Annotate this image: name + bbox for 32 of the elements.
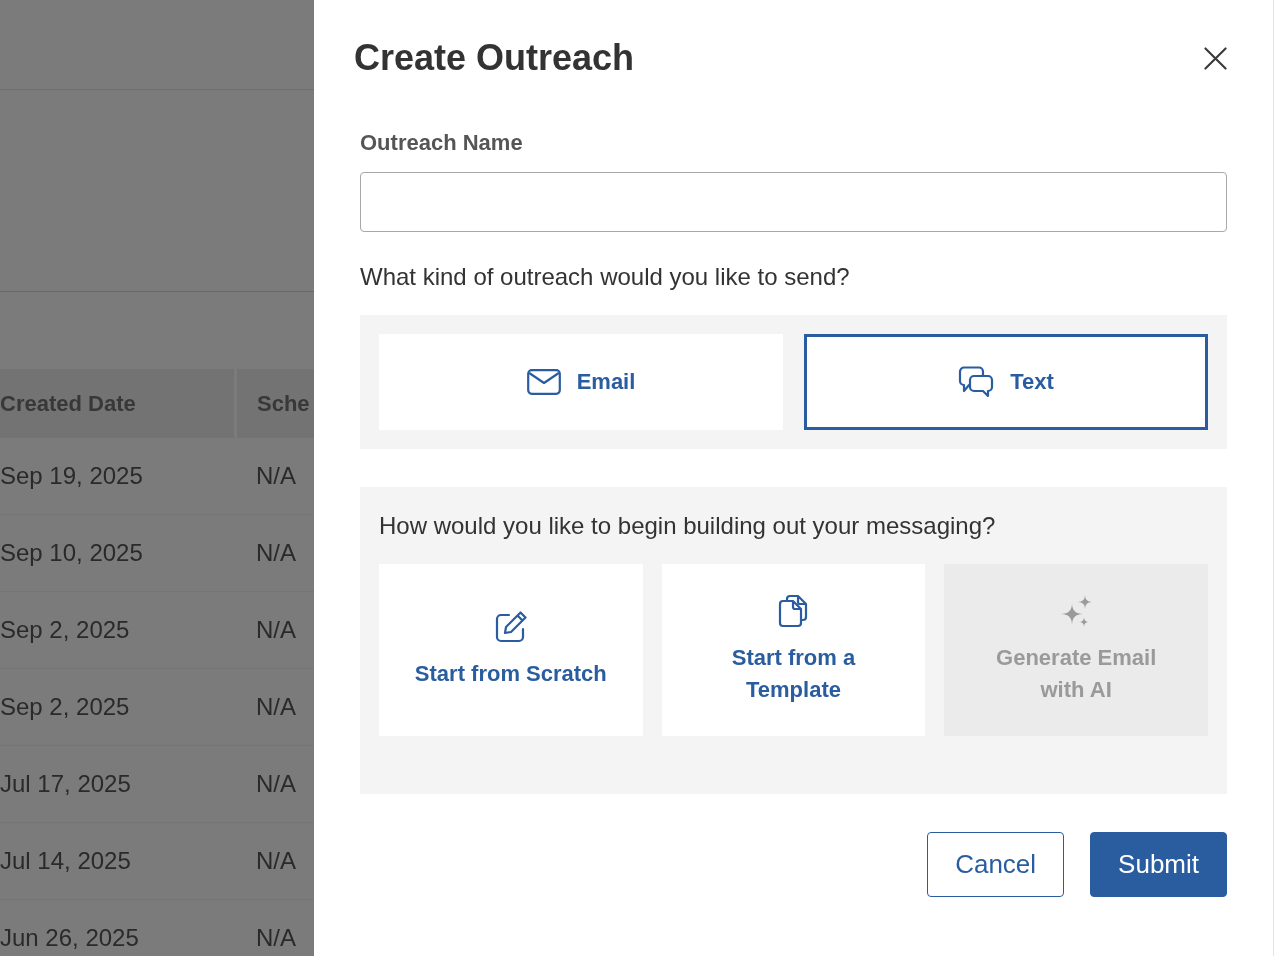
- table-cell: N/A: [256, 539, 296, 567]
- pencil-square-icon: [493, 610, 528, 644]
- drawer-title: Create Outreach: [354, 36, 635, 80]
- table-cell: N/A: [256, 462, 296, 490]
- outreach-name-input[interactable]: [360, 172, 1227, 232]
- question-text: What kind of outreach would you like to send?: [360, 262, 850, 292]
- table-cell: N/A: [256, 924, 296, 952]
- field-label: Outreach Name: [360, 129, 523, 157]
- table-cell: N/A: [256, 693, 296, 721]
- start-option-card[interactable]: Start from a Template: [661, 564, 926, 736]
- table-cell: Sep 10, 2025: [0, 539, 143, 567]
- table-cell: Sep 2, 2025: [0, 693, 130, 721]
- start-option-card[interactable]: Start from Scratch: [379, 564, 643, 736]
- documents-icon: [778, 594, 809, 628]
- table-cell: Jul 14, 2025: [0, 847, 131, 875]
- close-icon[interactable]: [1204, 46, 1227, 70]
- table-cell: Jul 17, 2025: [0, 770, 131, 798]
- envelope-icon: [526, 369, 561, 395]
- question-text: How would you like to begin building out your messaging?: [379, 511, 996, 541]
- chat-bubbles-icon: [958, 366, 995, 398]
- table-cell: Sep 2, 2025: [0, 616, 130, 644]
- table-cell: Sep 19, 2025: [0, 462, 143, 490]
- outreach-type-option[interactable]: Text: [804, 334, 1208, 430]
- table-cell: Jun 26, 2025: [0, 924, 139, 952]
- table-cell: N/A: [256, 616, 296, 644]
- table-cell: N/A: [256, 847, 296, 875]
- submit-button[interactable]: Submit: [1090, 832, 1227, 897]
- column-header: Sche: [237, 369, 314, 438]
- column-header: Created Date: [0, 369, 234, 438]
- cancel-button[interactable]: Cancel: [927, 832, 1065, 897]
- table-cell: N/A: [256, 770, 296, 798]
- outreach-type-option[interactable]: Email: [379, 334, 783, 430]
